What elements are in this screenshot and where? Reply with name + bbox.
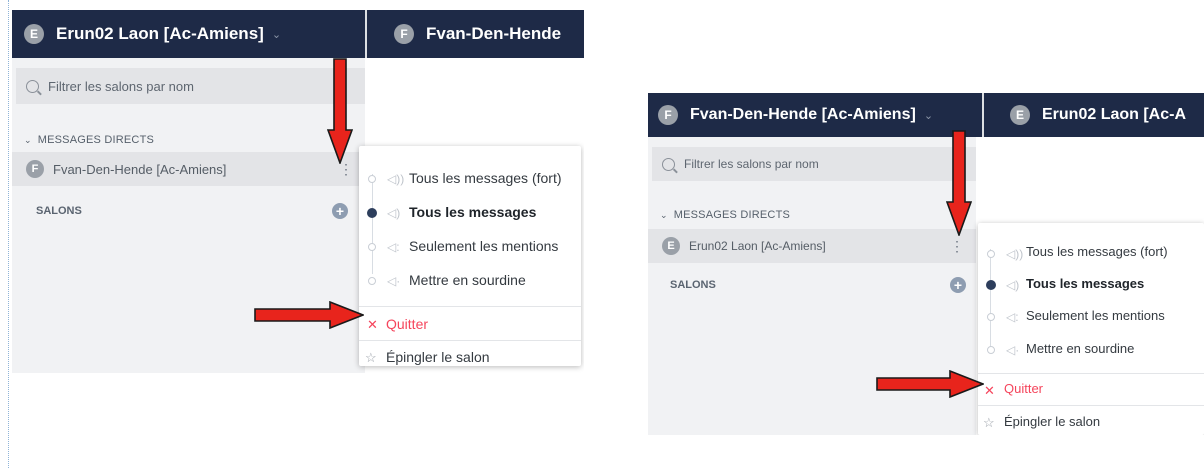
avatar: E	[1010, 105, 1030, 125]
speaker-icon: ◁))	[1006, 247, 1024, 261]
section-salons: SALONS	[36, 205, 82, 217]
menu-item-quit[interactable]: Quitter	[1004, 381, 1204, 396]
red-arrow-down-left	[327, 58, 353, 164]
menu-item-notif-all[interactable]: Tous les messages	[409, 204, 581, 220]
notif-option-dot[interactable]	[368, 175, 376, 183]
avatar: F	[26, 160, 44, 178]
kebab-menu-icon[interactable]: ⋮	[339, 162, 353, 176]
room-title-secondary: Erun02 Laon [Ac-A	[1042, 106, 1187, 123]
speaker-icon: ◁·	[1006, 343, 1020, 357]
chevron-down-icon[interactable]: ⌄	[272, 28, 281, 41]
menu-item-notif-loud[interactable]: Tous les messages (fort)	[409, 170, 581, 186]
header-bar: F Fvan-Den-Hende [Ac-Amiens] ⌄ E Erun02 …	[648, 93, 1204, 137]
menu-item-notif-loud[interactable]: Tous les messages (fort)	[1026, 244, 1204, 259]
search-placeholder: Filtrer les salons par nom	[48, 78, 194, 94]
search-placeholder: Filtrer les salons par nom	[684, 157, 819, 171]
dm-name: Fvan-Den-Hende [Ac-Amiens]	[53, 161, 227, 177]
avatar: F	[658, 105, 678, 125]
red-arrow-down-right	[946, 130, 972, 236]
section-label: MESSAGES DIRECTS	[37, 134, 155, 146]
notif-option-dot[interactable]	[987, 250, 995, 258]
room-context-menu: ◁)) Tous les messages (fort) ◁) Tous les…	[978, 223, 1204, 435]
avatar: E	[662, 237, 680, 255]
room-title: Fvan-Den-Hende [Ac-Amiens]	[690, 106, 916, 123]
red-arrow-right-left	[254, 301, 364, 329]
speaker-icon: ◁:	[1006, 310, 1019, 324]
notification-level-track	[372, 174, 373, 274]
chevron-down-icon: ⌄	[660, 210, 668, 220]
menu-item-notif-all[interactable]: Tous les messages	[1026, 276, 1204, 291]
close-icon: ✕	[367, 317, 378, 332]
notification-level-track	[990, 249, 991, 347]
menu-item-pin[interactable]: Épingler le salon	[386, 349, 581, 365]
menu-divider	[978, 405, 1204, 406]
speaker-icon: ◁·	[387, 274, 401, 288]
room-header-secondary[interactable]: F Fvan-Den-Hende	[394, 10, 561, 58]
red-arrow-right-right	[876, 370, 984, 398]
section-direct-messages[interactable]: ⌄ MESSAGES DIRECTS	[24, 134, 154, 146]
room-header-secondary[interactable]: E Erun02 Laon [Ac-A	[1010, 93, 1186, 137]
header-bar: E Erun02 Laon [Ac-Amiens] ⌄ F Fvan-Den-H…	[12, 10, 584, 58]
speaker-icon: ◁:	[387, 240, 400, 254]
notif-option-selected-dot[interactable]	[986, 280, 996, 290]
room-header[interactable]: E Erun02 Laon [Ac-Amiens] ⌄	[24, 10, 281, 58]
menu-item-notif-mute[interactable]: Mettre en sourdine	[1026, 341, 1204, 356]
plus-circle-icon[interactable]: +	[950, 277, 966, 293]
close-icon: ✕	[984, 383, 995, 398]
room-title-secondary: Fvan-Den-Hende	[426, 24, 562, 43]
header-divider	[365, 10, 367, 58]
speaker-icon: ◁))	[387, 172, 405, 186]
search-icon	[662, 157, 675, 171]
avatar: F	[394, 24, 414, 44]
notif-option-dot[interactable]	[987, 346, 995, 354]
menu-item-notif-mute[interactable]: Mettre en sourdine	[409, 272, 581, 288]
kebab-menu-icon[interactable]: ⋮	[950, 239, 964, 253]
search-icon	[26, 79, 39, 93]
menu-item-notif-mentions[interactable]: Seulement les mentions	[1026, 308, 1204, 323]
menu-item-pin[interactable]: Épingler le salon	[1004, 414, 1204, 429]
star-icon: ☆	[365, 350, 377, 365]
speaker-icon: ◁)	[387, 206, 401, 220]
search-input[interactable]: Filtrer les salons par nom	[652, 147, 976, 181]
room-title: Erun02 Laon [Ac-Amiens]	[56, 24, 264, 43]
notif-option-dot[interactable]	[987, 313, 995, 321]
notif-option-selected-dot[interactable]	[367, 208, 377, 218]
section-direct-messages[interactable]: ⌄ MESSAGES DIRECTS	[660, 209, 790, 221]
notif-option-dot[interactable]	[368, 277, 376, 285]
star-icon: ☆	[983, 415, 995, 430]
room-context-menu: ◁)) Tous les messages (fort) ◁) Tous les…	[359, 146, 581, 366]
list-item-direct-message[interactable]: E Erun02 Laon [Ac-Amiens] ⋮	[648, 229, 976, 263]
chevron-down-icon: ⌄	[24, 135, 32, 145]
dm-name: Erun02 Laon [Ac-Amiens]	[689, 239, 826, 253]
notif-option-dot[interactable]	[368, 243, 376, 251]
section-label: MESSAGES DIRECTS	[673, 209, 791, 221]
menu-item-quit[interactable]: Quitter	[386, 316, 581, 332]
plus-circle-icon[interactable]: +	[332, 203, 348, 219]
chevron-down-icon[interactable]: ⌄	[924, 109, 933, 122]
section-salons: SALONS	[670, 279, 716, 291]
page-edge-line	[8, 0, 9, 468]
search-input[interactable]: Filtrer les salons par nom	[16, 68, 365, 104]
menu-divider	[978, 373, 1204, 374]
menu-item-notif-mentions[interactable]: Seulement les mentions	[409, 238, 581, 254]
menu-divider	[359, 340, 581, 341]
room-header[interactable]: F Fvan-Den-Hende [Ac-Amiens] ⌄	[658, 93, 933, 137]
avatar: E	[24, 24, 44, 44]
speaker-icon: ◁)	[1006, 278, 1020, 292]
menu-divider	[359, 306, 581, 307]
list-item-direct-message[interactable]: F Fvan-Den-Hende [Ac-Amiens] ⋮	[12, 152, 365, 186]
header-divider	[982, 93, 984, 137]
